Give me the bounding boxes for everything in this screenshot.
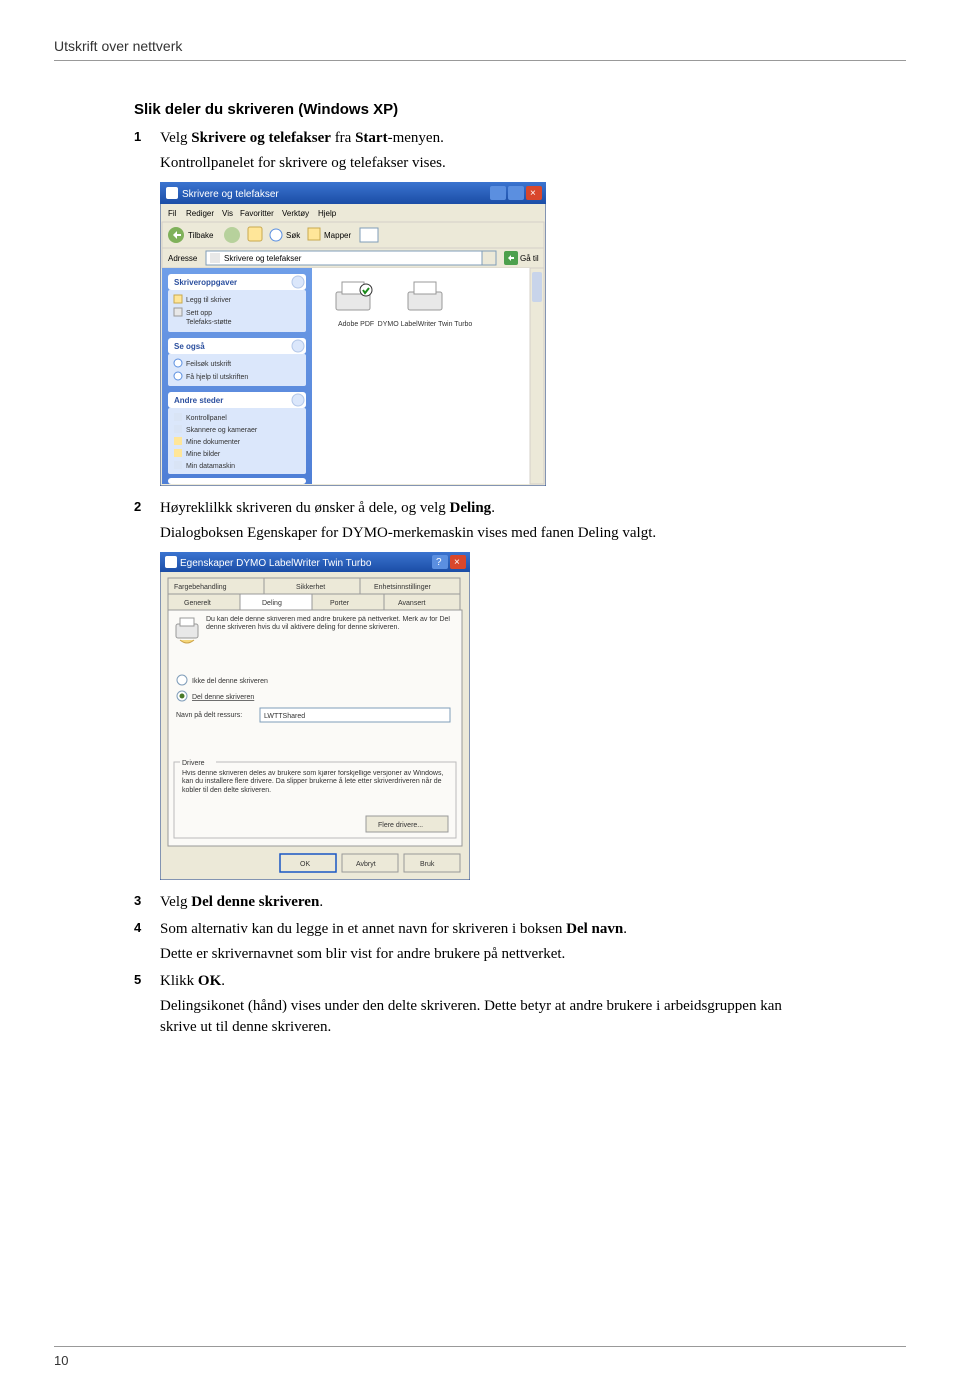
step-text: Dialogboksen Egenskaper for DYMO-merkema…: [160, 523, 806, 544]
svg-text:Mapper: Mapper: [324, 231, 351, 240]
page-footer: 10: [54, 1346, 906, 1368]
step-3: Velg Del denne skriveren.: [134, 892, 806, 913]
svg-text:Sikkerhet: Sikkerhet: [296, 584, 325, 591]
svg-text:Egenskaper DYMO LabelWriter Tw: Egenskaper DYMO LabelWriter Twin Turbo: [180, 558, 372, 569]
svg-text:×: ×: [530, 188, 536, 199]
svg-text:Feilsøk utskrift: Feilsøk utskrift: [186, 361, 231, 368]
step-text: Klikk OK.: [160, 971, 806, 992]
svg-text:Del denne skriveren: Del denne skriveren: [192, 694, 254, 701]
step-text: Velg Del denne skriveren.: [160, 892, 806, 913]
svg-text:?: ?: [436, 557, 442, 568]
step-text: Velg Skrivere og telefakser fra Start-me…: [160, 128, 806, 149]
svg-text:Generelt: Generelt: [184, 600, 211, 607]
svg-text:Adresse: Adresse: [168, 254, 198, 263]
svg-text:Favoritter: Favoritter: [240, 209, 274, 218]
page-number: 10: [54, 1353, 906, 1368]
svg-text:Deling: Deling: [262, 600, 282, 607]
svg-text:Skannere og kameraer: Skannere og kameraer: [186, 427, 258, 434]
page-header-title: Utskrift over nettverk: [54, 38, 906, 54]
svg-text:OK: OK: [300, 861, 310, 868]
step-text: Høyreklilkk skriveren du ønsker å dele, …: [160, 498, 806, 519]
svg-text:×: ×: [454, 557, 460, 568]
svg-text:Mine dokumenter: Mine dokumenter: [186, 439, 241, 446]
svg-text:Flere drivere...: Flere drivere...: [378, 822, 423, 829]
svg-text:Mine bilder: Mine bilder: [186, 451, 221, 458]
svg-text:Verktøy: Verktøy: [282, 209, 309, 218]
svg-text:Hjelp: Hjelp: [318, 209, 337, 218]
svg-text:Sett opp: Sett opp: [186, 310, 212, 317]
svg-text:Søk: Søk: [286, 231, 301, 240]
step-text: Kontrollpanelet for skrivere og telefaks…: [160, 153, 806, 174]
svg-text:Navn på delt ressurs:: Navn på delt ressurs:: [176, 711, 242, 719]
svg-text:Adobe PDF: Adobe PDF: [338, 321, 374, 328]
svg-text:Ikke del denne skriveren: Ikke del denne skriveren: [192, 678, 268, 685]
svg-text:Se også: Se også: [174, 342, 205, 351]
svg-text:LWTTShared: LWTTShared: [264, 713, 305, 720]
svg-text:Avbryt: Avbryt: [356, 861, 376, 868]
step-text: Som alternativ kan du legge in et annet …: [160, 919, 806, 940]
svg-text:Telefaks-støtte: Telefaks-støtte: [186, 319, 232, 326]
svg-text:Vis: Vis: [222, 209, 233, 218]
svg-text:Fargebehandling: Fargebehandling: [174, 584, 227, 591]
svg-text:Enhetsinnstillinger: Enhetsinnstillinger: [374, 584, 431, 591]
svg-text:DYMO LabelWriter Twin Turbo: DYMO LabelWriter Twin Turbo: [378, 321, 473, 328]
svg-text:Porter: Porter: [330, 600, 350, 607]
window-title: Skrivere og telefakser: [182, 189, 279, 200]
svg-text:Kontrollpanel: Kontrollpanel: [186, 415, 227, 422]
svg-text:Avansert: Avansert: [398, 600, 426, 607]
screenshot-printers-window: Skrivere og telefakser × Fil Rediger Vis: [160, 182, 806, 486]
step-2: Høyreklilkk skriveren du ønsker å dele, …: [134, 498, 806, 880]
svg-text:Få hjelp til utskriften: Få hjelp til utskriften: [186, 373, 248, 381]
svg-text:Legg til skriver: Legg til skriver: [186, 297, 232, 304]
svg-text:Andre steder: Andre steder: [174, 396, 223, 405]
step-text: Delingsikonet (hånd) vises under den del…: [160, 996, 806, 1038]
step-4: Som alternativ kan du legge in et annet …: [134, 919, 806, 965]
svg-text:Gå til: Gå til: [520, 254, 539, 263]
svg-text:Skrivere og telefakser: Skrivere og telefakser: [224, 254, 302, 263]
svg-text:Rediger: Rediger: [186, 209, 214, 218]
svg-text:Skriveroppgaver: Skriveroppgaver: [174, 278, 237, 287]
svg-text:Tilbake: Tilbake: [188, 231, 214, 240]
svg-text:Bruk: Bruk: [420, 861, 435, 868]
footer-rule: [54, 1346, 906, 1347]
step-1: Velg Skrivere og telefakser fra Start-me…: [134, 128, 806, 486]
step-text: Dette er skrivernavnet som blir vist for…: [160, 944, 806, 965]
svg-text:Drivere: Drivere: [182, 760, 205, 767]
svg-text:Fil: Fil: [168, 209, 177, 218]
step-5: Klikk OK. Delingsikonet (hånd) vises und…: [134, 971, 806, 1038]
svg-text:Min datamaskin: Min datamaskin: [186, 463, 235, 470]
screenshot-properties-dialog: Egenskaper DYMO LabelWriter Twin Turbo ?…: [160, 552, 806, 880]
header-rule: [54, 60, 906, 61]
section-heading: Slik deler du skriveren (Windows XP): [134, 101, 806, 118]
